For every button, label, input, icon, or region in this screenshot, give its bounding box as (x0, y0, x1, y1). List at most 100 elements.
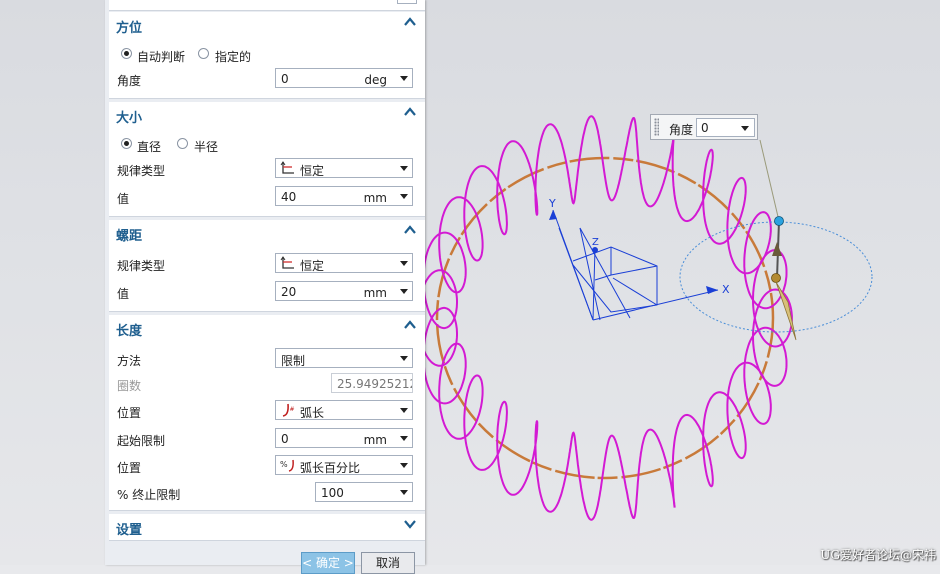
arc-length-icon: # (282, 403, 295, 417)
chevron-down-icon[interactable] (400, 436, 408, 441)
watermark: UG爱好者论坛@宋祎 (820, 548, 936, 562)
y-axis-label: Y (548, 197, 556, 210)
radio-radius[interactable] (177, 138, 188, 149)
radio-specified-label: 指定的 (215, 50, 252, 64)
pitch-law-value: 恒定 (300, 259, 325, 273)
position2-label: 位置 (117, 461, 142, 475)
chevron-up-icon[interactable] (403, 318, 417, 332)
angle-unit: deg (364, 73, 387, 87)
y-axis-arrow (549, 210, 557, 220)
end-limit-value: 100 (321, 486, 344, 500)
chevron-down-icon[interactable] (400, 166, 408, 171)
size-law-row: 规律类型 恒定 (117, 158, 417, 180)
chevron-down-icon[interactable] (400, 408, 408, 413)
spine-curve (435, 156, 775, 480)
pitch-value: 20 (281, 285, 297, 299)
start-limit-value: 0 (281, 432, 289, 446)
pitch-law-select[interactable]: 恒定 (275, 253, 413, 273)
method-select[interactable]: 限制 (275, 348, 413, 368)
chevron-up-icon[interactable] (403, 105, 417, 119)
position2-select[interactable]: % 弧长百分比 (275, 455, 413, 475)
pitch-value-label: 值 (117, 287, 130, 301)
grip-handle[interactable] (654, 118, 659, 136)
wcs-triad (552, 209, 719, 321)
size-law-value: 恒定 (300, 164, 325, 178)
chevron-down-icon[interactable] (400, 261, 408, 266)
panel-top-strip (109, 0, 425, 11)
position1-row: 位置 # 弧长 (117, 400, 417, 422)
chevron-down-icon[interactable] (400, 289, 408, 294)
chevron-down-icon[interactable] (400, 194, 408, 199)
cancel-button[interactable]: 取消 (361, 552, 415, 574)
end-limit-row: % 终止限制 100 (117, 482, 417, 504)
turns-label: 圈数 (117, 379, 142, 393)
angle-drag-handle[interactable] (771, 216, 797, 341)
section-settings: 设置 (109, 514, 425, 541)
orientation-mode-row: 自动判断 指定的 (117, 45, 417, 67)
size-value-label: 值 (117, 192, 130, 206)
section-settings-header[interactable]: 设置 (109, 514, 425, 538)
start-limit-field[interactable]: 0 mm (275, 428, 413, 448)
section-title: 方位 (116, 21, 143, 36)
pitch-value-field[interactable]: 20 mm (275, 281, 413, 301)
chevron-down-icon[interactable] (400, 490, 408, 495)
radio-auto[interactable] (121, 48, 132, 59)
section-length-header[interactable]: 长度 (109, 315, 425, 339)
start-limit-label: 起始限制 (117, 434, 166, 448)
section-title: 大小 (116, 111, 143, 126)
svg-text:%: % (280, 460, 288, 469)
method-label: 方法 (117, 354, 142, 368)
law-constant-icon (280, 256, 294, 269)
chevron-down-icon[interactable] (400, 356, 408, 361)
popup-leader (759, 139, 780, 222)
start-limit-row: 起始限制 0 mm (117, 428, 417, 450)
position1-select[interactable]: # 弧长 (275, 400, 413, 420)
popup-angle-field[interactable]: 0 (696, 118, 755, 137)
angle-label: 角度 (117, 74, 142, 88)
section-size-header[interactable]: 大小 (109, 102, 425, 126)
z-axis-label: Z (592, 237, 599, 248)
x-axis-arrow (706, 286, 718, 294)
section-pitch: 螺距 规律类型 恒定 值 20 mm (109, 220, 425, 312)
size-value-row: 值 40 mm (117, 186, 417, 208)
section-orientation-header[interactable]: 方位 (109, 12, 425, 36)
angle-field[interactable]: 0 deg (275, 68, 413, 88)
radio-diameter[interactable] (121, 138, 132, 149)
section-orientation: 方位 自动判断 指定的 角度 0 deg (109, 12, 425, 99)
position2-value: 弧长百分比 (300, 461, 361, 475)
chevron-down-icon[interactable] (403, 517, 417, 531)
chevron-down-icon[interactable] (400, 76, 408, 81)
chevron-down-icon[interactable] (400, 463, 408, 468)
ok-button[interactable]: < 确定 > (301, 552, 355, 574)
law-constant-icon (280, 161, 294, 174)
end-limit-field[interactable]: 100 (315, 482, 413, 502)
angle-popup[interactable]: 角度 0 (650, 114, 758, 140)
radio-specified[interactable] (198, 48, 209, 59)
chevron-down-icon[interactable] (741, 126, 749, 131)
radio-radius-label: 半径 (194, 140, 219, 154)
pitch-unit: mm (363, 286, 387, 300)
angle-row: 角度 0 deg (117, 68, 417, 90)
helix-dialog: 方位 自动判断 指定的 角度 0 deg 大小 直径 半径 规律类型 恒定 值 … (105, 0, 425, 565)
end-limit-label: % 终止限制 (117, 488, 181, 502)
chevron-up-icon[interactable] (403, 15, 417, 29)
size-law-select[interactable]: 恒定 (275, 158, 413, 178)
section-pitch-header[interactable]: 螺距 (109, 220, 425, 244)
helix-curve (417, 115, 793, 521)
turns-field: 25.94925212 (331, 373, 413, 393)
chevron-up-icon[interactable] (403, 223, 417, 237)
section-length: 长度 方法 限制 圈数 25.94925212 位置 # 弧长 起始限制 0 m… (109, 315, 425, 511)
size-value: 40 (281, 190, 297, 204)
x-axis-label: X (722, 283, 730, 296)
size-value-field[interactable]: 40 mm (275, 186, 413, 206)
turns-row: 圈数 25.94925212 (117, 373, 417, 395)
radio-diameter-label: 直径 (137, 140, 162, 154)
pitch-law-row: 规律类型 恒定 (117, 253, 417, 275)
start-limit-unit: mm (363, 433, 387, 447)
law-type-label: 规律类型 (117, 164, 166, 178)
position2-row: 位置 % 弧长百分比 (117, 455, 417, 477)
pitch-value-row: 值 20 mm (117, 281, 417, 303)
size-mode-row: 直径 半径 (117, 135, 417, 157)
section-title: 螺距 (116, 229, 143, 244)
size-unit: mm (363, 191, 387, 205)
